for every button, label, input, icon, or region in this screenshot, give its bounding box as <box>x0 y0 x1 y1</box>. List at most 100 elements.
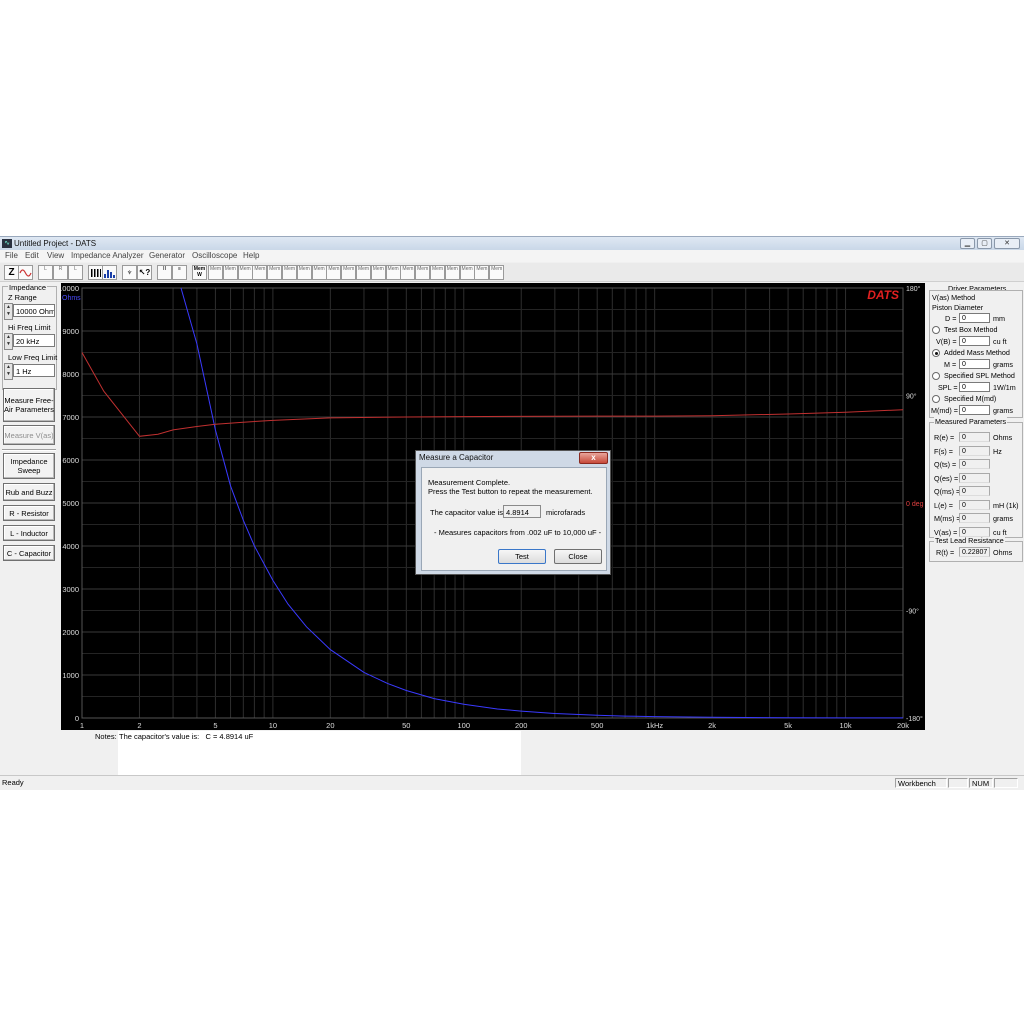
vas-method-label: V(as) Method <box>932 293 976 302</box>
memory-slot-button[interactable]: Mem <box>267 265 283 280</box>
memory-slot-button[interactable]: Mem <box>489 265 505 280</box>
r-resistor-button[interactable]: R - Resistor <box>3 505 55 521</box>
hi-freq-field[interactable]: 20 kHz <box>13 334 55 347</box>
memory-slot-button[interactable]: Mem <box>444 265 460 280</box>
spl-unit: 1W/1m <box>993 383 1016 392</box>
memory-slot-button[interactable]: Mem <box>430 265 445 280</box>
hi-freq-label: Hi Freq Limit <box>8 323 51 332</box>
memory-slot-button[interactable]: Mem <box>252 265 268 280</box>
menu-file[interactable]: File <box>5 251 18 261</box>
phase-series-line <box>81 352 904 437</box>
y-tick-label: 4000 <box>62 542 79 551</box>
menu-edit[interactable]: Edit <box>25 251 39 261</box>
impedance-sweep-button[interactable]: Impedance Sweep <box>3 453 55 479</box>
help-pointer-icon[interactable]: ↖? <box>137 265 152 280</box>
dats-brand: DATS <box>867 288 899 302</box>
l-inductor-button[interactable]: L - Inductor <box>3 525 55 541</box>
measured-param-value: 0 <box>959 432 990 442</box>
menu-oscilloscope[interactable]: Oscilloscope <box>192 251 237 261</box>
memory-slot-button[interactable]: Mem <box>400 265 416 280</box>
memory-slot-button[interactable]: Mem <box>341 265 357 280</box>
mem-w-button[interactable]: Mem W <box>192 265 207 280</box>
spl-field[interactable]: 0 <box>959 382 990 392</box>
maximize-button[interactable]: ▢ <box>977 238 992 249</box>
z-range-spinner[interactable]: ▲ ▼ <box>4 303 13 320</box>
dialog-close-icon[interactable]: x <box>579 452 608 464</box>
memory-slot-button[interactable]: Mem <box>474 265 490 280</box>
menu-help[interactable]: Help <box>243 251 259 261</box>
z-range-field[interactable]: 10000 Ohms <box>13 304 55 317</box>
impedance-group-label: Impedance <box>8 283 48 292</box>
memory-slot-button[interactable]: Mem <box>370 265 386 280</box>
m-unit: grams <box>993 360 1013 369</box>
probe-icon[interactable]: ♆ <box>122 265 137 280</box>
memory-slot-button[interactable]: Mem <box>415 265 431 280</box>
histogram-icon[interactable] <box>102 265 117 280</box>
impedance-mode-button[interactable]: Z <box>4 265 19 280</box>
mmd-field[interactable]: 0 <box>959 405 990 415</box>
status-bar: Ready Workbench NUM <box>0 775 1024 790</box>
spl-method-radio[interactable] <box>932 372 940 380</box>
measured-param-label: R(e) = <box>934 433 955 442</box>
memory-slot-button[interactable]: Mem <box>282 265 297 280</box>
range-note: - Measures capacitors from .002 uF to 10… <box>434 528 602 537</box>
left-panel: Impedance Z Range ▲ ▼ 10000 Ohms Hi Freq … <box>0 283 58 733</box>
memory-slot-button[interactable]: Mem <box>385 265 401 280</box>
memory-slot-button[interactable]: Mem <box>208 265 223 280</box>
test-button[interactable]: Test <box>498 549 546 564</box>
c-capacitor-button[interactable]: C - Capacitor <box>3 545 55 561</box>
left-separator <box>2 449 56 451</box>
measured-param-value: 0 <box>959 486 990 496</box>
y-tick-label: 5000 <box>62 499 79 508</box>
phase-tick-label: -180° <box>906 715 923 723</box>
dialog-title: Measure a Capacitor <box>419 453 494 462</box>
x-tick-label: 1 <box>80 721 84 730</box>
measure-free-air-button[interactable]: Measure Free-Air Parameters <box>3 388 55 422</box>
parameters-tool-icon[interactable]: ⁞⁞ <box>157 265 172 280</box>
dialog-line2: Press the Test button to repeat the meas… <box>428 487 593 496</box>
status-scroll <box>994 778 1018 788</box>
measure-vas-button[interactable]: Measure V(as) <box>3 425 55 445</box>
notes-text[interactable]: The capacitor's value is: C = 4.8914 uF <box>119 732 253 741</box>
low-freq-field[interactable]: 1 Hz <box>13 364 55 377</box>
hi-freq-spinner[interactable]: ▲ ▼ <box>4 333 13 350</box>
memory-slot-button[interactable]: Mem <box>311 265 327 280</box>
memory-slot-button[interactable]: Mem <box>459 265 475 280</box>
bars-icon[interactable] <box>88 265 103 280</box>
measured-param-label: L(e) = <box>934 500 953 510</box>
x-tick-label: 2 <box>137 721 141 730</box>
menu-impedance-analyzer[interactable]: Impedance Analyzer <box>71 251 144 261</box>
y-tick-label: 8000 <box>62 370 79 379</box>
minimize-button[interactable]: ▁ <box>960 238 975 249</box>
memory-tool-icon[interactable]: ≡ <box>172 265 187 280</box>
spl-label: SPL = <box>938 383 958 392</box>
test-box-radio[interactable] <box>932 326 940 334</box>
memory-slot-button[interactable]: Mem <box>222 265 238 280</box>
memory-slot-button[interactable]: Mem <box>356 265 371 280</box>
m-field[interactable]: 0 <box>959 359 990 369</box>
menu-view[interactable]: View <box>47 251 64 261</box>
d-field[interactable]: 0 <box>959 313 990 323</box>
vb-field[interactable]: 0 <box>959 336 990 346</box>
capacitor-value-label: The capacitor value is: <box>430 508 506 517</box>
measured-param-value: 0 <box>959 513 990 523</box>
menu-generator[interactable]: Generator <box>149 251 185 261</box>
memory-slot-button[interactable]: Mem <box>237 265 253 280</box>
toolbar-r-button[interactable]: R <box>53 265 68 280</box>
memory-slot-button[interactable]: Mem <box>326 265 342 280</box>
dialog-line1: Measurement Complete. <box>428 478 511 487</box>
x-tick-label: 20 <box>326 721 334 730</box>
y-tick-label: 6000 <box>62 456 79 465</box>
mmd-method-radio[interactable] <box>932 395 940 403</box>
d-unit: mm <box>993 314 1005 323</box>
toolbar-l-button[interactable]: L <box>38 265 53 280</box>
sine-wave-icon[interactable] <box>18 265 33 280</box>
measured-param-value: 0 <box>959 526 990 537</box>
memory-slot-button[interactable]: Mem <box>296 265 312 280</box>
rub-and-buzz-button[interactable]: Rub and Buzz <box>3 483 55 501</box>
low-freq-spinner[interactable]: ▲ ▼ <box>4 363 13 380</box>
toolbar-l2-button[interactable]: L <box>68 265 83 280</box>
added-mass-radio[interactable] <box>932 349 940 357</box>
close-window-button[interactable]: ✕ <box>994 238 1020 249</box>
close-button[interactable]: Close <box>554 549 602 564</box>
